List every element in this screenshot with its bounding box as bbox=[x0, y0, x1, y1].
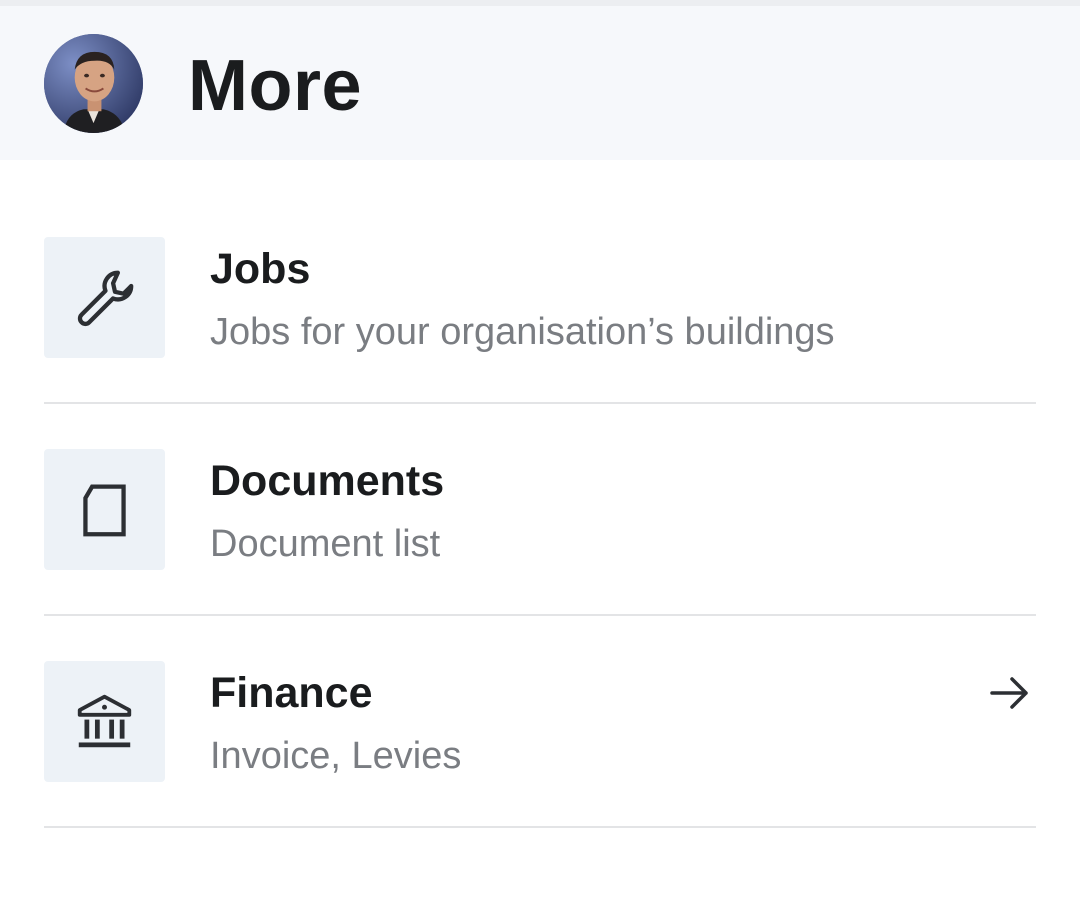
page-title: More bbox=[188, 46, 363, 126]
menu-item-icon-box bbox=[44, 449, 165, 570]
menu-item-title: Finance bbox=[210, 669, 373, 717]
menu-item-icon-box bbox=[44, 237, 165, 358]
menu-item-title: Jobs bbox=[210, 245, 311, 293]
avatar[interactable] bbox=[44, 34, 143, 133]
divider bbox=[44, 826, 1036, 828]
menu-item-documents[interactable]: Documents Document list bbox=[44, 449, 1036, 661]
document-icon bbox=[83, 484, 126, 537]
divider bbox=[44, 402, 1036, 404]
menu-item-subtitle: Invoice, Levies bbox=[210, 735, 462, 777]
divider bbox=[44, 614, 1036, 616]
menu-item-title: Documents bbox=[210, 457, 445, 505]
wrench-icon bbox=[77, 270, 134, 327]
menu-item-subtitle: Document list bbox=[210, 523, 441, 565]
menu-item-jobs[interactable]: Jobs Jobs for your organisation’s buildi… bbox=[44, 237, 1036, 449]
menu-item-finance[interactable]: Finance Invoice, Levies bbox=[44, 661, 1036, 873]
menu-item-subtitle: Jobs for your organisation’s buildings bbox=[210, 311, 835, 353]
user-avatar-photo bbox=[44, 34, 143, 133]
bank-icon bbox=[77, 694, 132, 748]
menu-item-icon-box bbox=[44, 661, 165, 782]
arrow-right-icon[interactable] bbox=[984, 667, 1036, 719]
page-header: More bbox=[0, 6, 1080, 160]
